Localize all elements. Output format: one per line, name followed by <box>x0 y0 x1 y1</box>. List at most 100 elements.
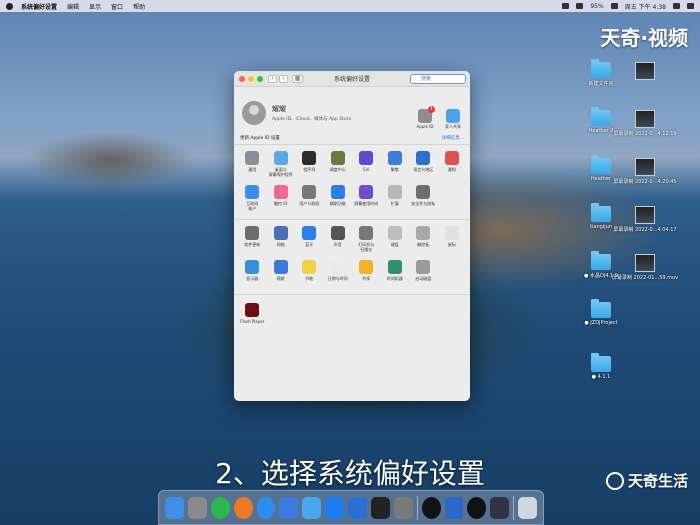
minimize-button[interactable] <box>248 75 254 82</box>
trash-icon[interactable] <box>518 496 537 519</box>
battery-percent[interactable]: 95% <box>590 3 603 10</box>
wifi-icon[interactable] <box>576 3 584 9</box>
pane-item[interactable]: 桌面与 屏幕保护程序 <box>267 151 296 179</box>
desktop-file[interactable]: 屏幕录制 2022-0...4.20.45 <box>613 158 677 185</box>
pane-item[interactable]: 触控板 <box>409 226 438 254</box>
pane-label: 触控板 <box>417 242 430 247</box>
desktop-item-label: ● 4.1.1 <box>591 374 611 380</box>
menu-item-help[interactable]: 帮助 <box>133 2 145 11</box>
pane-item[interactable]: 通知 <box>438 151 467 179</box>
pane-icon <box>416 260 431 274</box>
firefox-icon[interactable] <box>233 496 253 519</box>
pane-label: 声音 <box>333 242 342 247</box>
pane-item[interactable]: 网络 <box>267 226 296 254</box>
pane-item[interactable]: 日期与时间 <box>324 260 353 288</box>
menu-item-edit[interactable]: 编辑 <box>67 2 79 11</box>
pane-item[interactable]: 显示器 <box>238 260 267 288</box>
avatar[interactable] <box>242 101 266 125</box>
pane-item[interactable]: 声音 <box>324 226 353 254</box>
pane-grid-other: Flash Player <box>234 295 470 339</box>
pane-item[interactable]: 扩展 <box>381 185 410 213</box>
family-sharing-label: 家人共享 <box>445 124 461 129</box>
quicktime-icon[interactable] <box>444 496 464 519</box>
pane-item[interactable]: 用户与群组 <box>295 185 324 213</box>
pane-item[interactable]: 辅助功能 <box>324 185 353 213</box>
forward-button[interactable]: › <box>279 74 288 83</box>
details-link[interactable]: 详细信息... <box>442 135 464 141</box>
search-icon[interactable] <box>673 3 680 9</box>
desktop-folder[interactable]: tiangijun <box>576 203 626 230</box>
desktop-folder[interactable]: ● 4.1.1 <box>576 353 626 380</box>
menu-app-name[interactable]: 系统偏好设置 <box>21 2 57 11</box>
status-icon[interactable] <box>562 3 570 9</box>
pane-item[interactable]: 随航 <box>267 260 296 288</box>
upload-icon[interactable] <box>348 496 368 519</box>
apple-menu-icon[interactable] <box>6 2 13 10</box>
desktop-folder[interactable]: 新建文件夹 <box>576 59 626 87</box>
desktop-file[interactable] <box>620 62 670 82</box>
apple-id-pane[interactable]: 1 Apple ID <box>414 106 436 130</box>
pane-item[interactable]: 程序坞 <box>295 151 324 179</box>
system-preferences-icon[interactable] <box>393 496 413 519</box>
launchpad-icon[interactable] <box>187 496 207 519</box>
folder-icon <box>591 353 611 372</box>
folder-icon[interactable] <box>302 496 322 519</box>
pane-item[interactable]: 键盘 <box>381 226 410 254</box>
desktop-file[interactable]: 屏幕录制 2022-01...59.mov <box>612 254 678 281</box>
pane-item[interactable]: Flash Player <box>238 303 267 331</box>
pane-icon <box>359 226 374 240</box>
back-button[interactable]: ‹ <box>268 74 277 83</box>
close-button[interactable] <box>239 75 245 82</box>
app-store-icon[interactable] <box>325 496 345 519</box>
control-center-icon[interactable] <box>687 3 694 9</box>
menu-item-window[interactable]: 窗口 <box>111 2 123 11</box>
wechat-icon[interactable] <box>210 496 230 519</box>
pane-item[interactable]: 启动磁盘 <box>409 260 438 288</box>
family-sharing-pane[interactable]: 家人共享 <box>442 109 464 130</box>
finder-icon[interactable] <box>165 496 184 519</box>
pane-item[interactable]: 互联网 帐户 <box>238 185 267 213</box>
dock <box>158 490 544 525</box>
pane-item[interactable]: 语言与地区 <box>409 151 438 179</box>
desktop-folder[interactable]: ● JZDJProject <box>576 299 626 326</box>
screen-thumb-icon[interactable] <box>490 496 510 519</box>
xcode-icon[interactable] <box>279 496 299 519</box>
safari-icon[interactable] <box>256 496 276 519</box>
pane-icon <box>302 185 317 199</box>
desktop-item-label: Heather <box>590 176 612 182</box>
battery-icon[interactable] <box>610 3 618 9</box>
pane-item[interactable]: 打印机与 扫描仪 <box>352 226 381 254</box>
desktop-file[interactable]: 屏幕录制 2022-0...4.12.19 <box>613 110 677 137</box>
pane-item[interactable]: 时间机器 <box>381 260 410 288</box>
pane-item[interactable]: 共享 <box>352 260 381 288</box>
pane-item[interactable]: 通用 <box>238 151 267 179</box>
desktop-folder[interactable]: ● 水晶DJ4.1.9 <box>576 251 626 279</box>
pane-item[interactable]: 屏幕使用时间 <box>352 185 381 213</box>
dock-separator <box>513 495 515 520</box>
menu-item-view[interactable]: 显示 <box>89 2 101 11</box>
pane-item[interactable]: 聚焦 <box>381 151 410 179</box>
pane-item[interactable]: 软件更新 <box>238 226 267 254</box>
show-all-button[interactable]: ▦ <box>292 74 303 83</box>
menubar-clock[interactable]: 周五 下午 4:38 <box>625 2 666 11</box>
pane-item[interactable]: 节能 <box>295 260 324 288</box>
desktop-folder[interactable]: Heather 2 <box>576 107 626 134</box>
qq-2-icon[interactable] <box>467 496 487 519</box>
terminal-icon[interactable] <box>371 496 390 519</box>
pane-icon <box>387 151 402 165</box>
desktop-file[interactable]: 屏幕录制 2022-0...4.04.17 <box>613 206 677 233</box>
pane-item[interactable]: Siri <box>352 151 381 179</box>
pane-item[interactable]: 触控 ID <box>267 185 296 213</box>
zoom-button[interactable] <box>257 75 263 82</box>
user-name: 耀耀 <box>272 105 286 113</box>
pane-item[interactable]: 鼠标 <box>438 226 467 254</box>
pane-icon <box>245 260 260 274</box>
pane-label: 用户与群组 <box>299 201 320 206</box>
desktop-folder[interactable]: Heather <box>576 155 626 182</box>
qq-icon[interactable] <box>421 496 441 519</box>
title-bar[interactable]: ‹ › ▦ 系统偏好设置 <box>234 71 470 87</box>
pane-item[interactable]: 安全性与隐私 <box>409 185 438 213</box>
pane-item[interactable]: 蓝牙 <box>295 226 324 254</box>
pane-item[interactable]: 调度中心 <box>324 151 353 179</box>
search-input[interactable] <box>410 74 466 84</box>
